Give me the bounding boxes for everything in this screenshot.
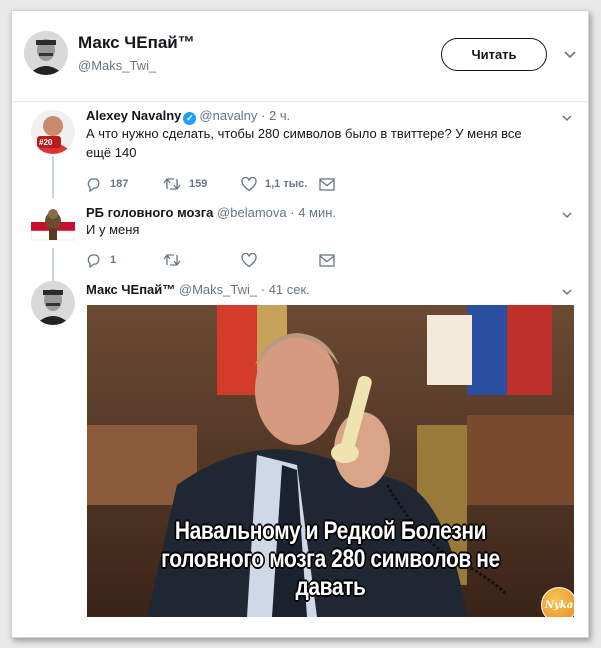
retweet-button[interactable] [163, 253, 241, 267]
tweet-timestamp[interactable]: · 2 ч. [261, 108, 290, 123]
thread-line [52, 247, 54, 281]
caption-line: давать [295, 573, 366, 601]
like-button[interactable]: 1,1 тыс. [241, 176, 319, 192]
chevron-down-icon[interactable] [561, 112, 573, 124]
tweet-author-handle[interactable]: @Maks_Twi_ [179, 282, 257, 297]
retweet-count: 159 [189, 178, 208, 190]
message-icon [319, 253, 335, 267]
tweet-header: РБ головного мозга @belamova · 4 мин. [86, 205, 336, 220]
tweet-text: И у меня [86, 222, 140, 237]
reply-icon [87, 178, 100, 192]
like-icon [241, 176, 257, 191]
tweet-header: Alexey Navalny ✓ @navalny · 2 ч. [86, 108, 290, 125]
caption-line: головного мозга 280 символов не [161, 545, 500, 573]
reply-icon [87, 254, 100, 268]
tweet-avatar[interactable] [31, 204, 75, 248]
message-button[interactable] [319, 253, 335, 267]
caption-line: Навальному и Редкой Болезни [174, 517, 487, 545]
reply-count: 1 [110, 254, 117, 266]
message-button[interactable] [319, 177, 335, 191]
like-button[interactable] [241, 252, 319, 268]
tweet-author-name[interactable]: РБ головного мозга [86, 205, 213, 220]
thread-line [52, 156, 54, 198]
tweet-author-name[interactable]: Alexey Navalny [86, 108, 181, 123]
follow-button[interactable]: Читать [441, 38, 547, 71]
tweet-timestamp[interactable]: · 4 мин. [290, 205, 336, 220]
reply-button[interactable]: 1 [86, 252, 163, 268]
tweet-image[interactable]: Навальному и Редкой Болезни головного мо… [87, 305, 574, 617]
author-avatar[interactable] [24, 31, 68, 75]
tweet-card: Макс ЧЕпай™ @Maks_Twi_ Читать #20 Alexey… [11, 10, 589, 638]
tweet-avatar[interactable] [31, 281, 75, 325]
tweet-actions: 1 [86, 251, 335, 269]
retweet-button[interactable]: 159 [163, 177, 241, 191]
tweet-author-handle[interactable]: @navalny [199, 108, 257, 123]
chevron-down-icon[interactable] [563, 47, 577, 61]
tweet-actions: 187 159 1,1 тыс. [86, 175, 335, 193]
retweet-icon [163, 177, 181, 191]
reply-count: 187 [110, 178, 129, 190]
tweet-author-handle[interactable]: @belamova [217, 205, 287, 220]
author-handle[interactable]: @Maks_Twi_ [78, 58, 156, 73]
tweet-timestamp[interactable]: · 41 сек. [261, 282, 310, 297]
tweet-header: Макс ЧЕпай™ @Maks_Twi_ · 41 сек. [86, 282, 310, 297]
retweet-icon [163, 253, 181, 267]
avatar-badge: #20 [39, 138, 53, 147]
author-display-name[interactable]: Макс ЧЕпай™ [78, 33, 195, 53]
watermark-logo: Nyka [541, 587, 574, 617]
chevron-down-icon[interactable] [561, 209, 573, 221]
image-caption: Навальному и Редкой Болезни головного мо… [126, 517, 535, 601]
chevron-down-icon[interactable] [561, 286, 573, 298]
tweet-author-name[interactable]: Макс ЧЕпай™ [86, 282, 175, 297]
divider [12, 101, 588, 102]
message-icon [319, 177, 335, 191]
like-count: 1,1 тыс. [265, 178, 308, 190]
tweet-text: А что нужно сделать, чтобы 280 символов … [86, 126, 522, 160]
reply-button[interactable]: 187 [86, 176, 163, 192]
tweet-avatar[interactable]: #20 [31, 110, 75, 154]
like-icon [241, 252, 257, 267]
